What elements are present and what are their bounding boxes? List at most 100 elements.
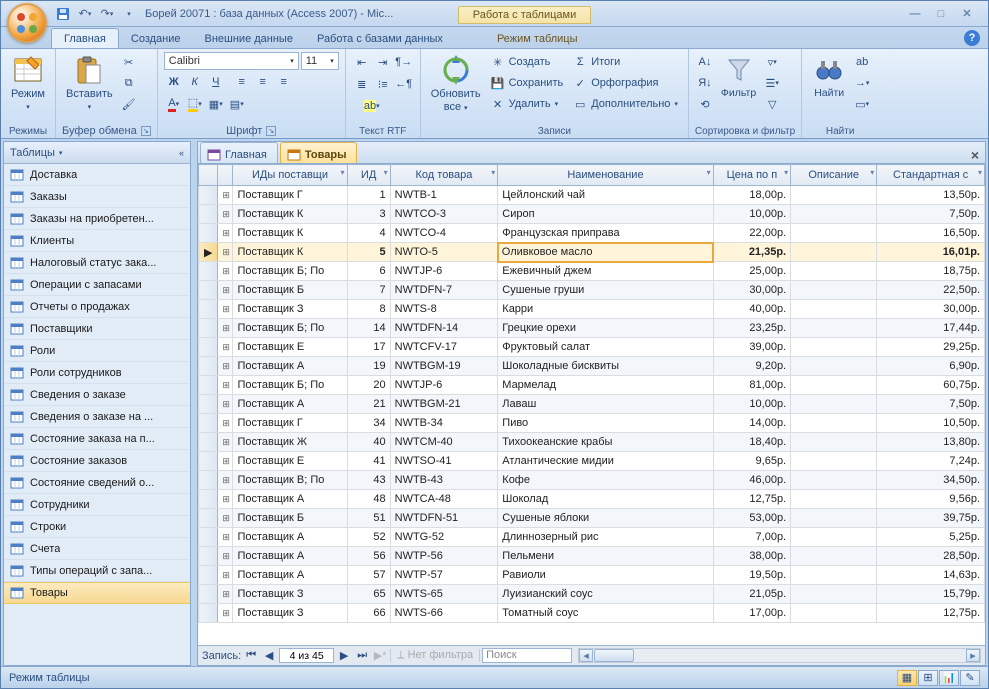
design-view-btn[interactable]: ✎ — [960, 670, 980, 686]
cell[interactable]: NWTCM-40 — [390, 433, 498, 452]
cell[interactable]: NWTS-65 — [390, 585, 498, 604]
row-selector[interactable] — [199, 281, 218, 300]
copy-button[interactable]: ⧉ — [119, 73, 139, 93]
column-header[interactable]: Наименование▾ — [498, 165, 713, 186]
cell[interactable]: 18,75р. — [877, 262, 985, 281]
row-selector[interactable] — [199, 414, 218, 433]
column-header[interactable]: Код товара▾ — [390, 165, 498, 186]
prev-record-button[interactable]: ◀ — [261, 648, 277, 664]
row-selector[interactable] — [199, 585, 218, 604]
cell[interactable] — [791, 319, 877, 338]
cell[interactable]: 20 — [347, 376, 390, 395]
cell[interactable]: Цейлонский чай — [498, 186, 713, 205]
cell[interactable]: 21,35р. — [713, 243, 791, 262]
cell[interactable]: 15,79р. — [877, 585, 985, 604]
column-dropdown-icon[interactable]: ▾ — [784, 168, 788, 177]
nav-item[interactable]: Состояние заказов — [4, 450, 190, 472]
nav-item[interactable]: Сведения о заказе на ... — [4, 406, 190, 428]
cell[interactable] — [791, 414, 877, 433]
cell[interactable]: 43 — [347, 471, 390, 490]
cell[interactable]: 19,50р. — [713, 566, 791, 585]
cell[interactable] — [791, 452, 877, 471]
pivot-table-view-btn[interactable]: ⊞ — [918, 670, 938, 686]
selection-filter-button[interactable]: ▿▾ — [762, 52, 782, 72]
align-left-button[interactable]: ≡ — [232, 72, 252, 92]
expand-icon[interactable]: ⊞ — [218, 452, 233, 471]
goto-button[interactable]: →▾ — [852, 73, 872, 93]
cell[interactable]: 13,80р. — [877, 433, 985, 452]
nav-item[interactable]: Роли сотрудников — [4, 362, 190, 384]
cell[interactable]: Поставщик З — [233, 604, 347, 623]
row-selector[interactable] — [199, 604, 218, 623]
datasheet-view-btn[interactable]: ▦ — [897, 670, 917, 686]
cell[interactable]: 28,50р. — [877, 547, 985, 566]
select-button[interactable]: ▭▾ — [852, 94, 872, 114]
row-selector[interactable] — [199, 338, 218, 357]
first-record-button[interactable]: ⏮ — [243, 648, 259, 664]
cell[interactable]: Поставщик К — [233, 243, 347, 262]
cell[interactable]: 22,50р. — [877, 281, 985, 300]
nav-item[interactable]: Отчеты о продажах — [4, 296, 190, 318]
new-record-nav-button[interactable]: ▶* — [372, 648, 388, 664]
cell[interactable]: NWTDFN-14 — [390, 319, 498, 338]
expand-icon[interactable]: ⊞ — [218, 604, 233, 623]
new-record-button[interactable]: ✳Создать — [487, 52, 568, 72]
nav-item[interactable]: Заказы — [4, 186, 190, 208]
minimize-button[interactable]: — — [904, 6, 926, 22]
cell[interactable]: Сушеные яблоки — [498, 509, 713, 528]
cell[interactable]: NWTG-52 — [390, 528, 498, 547]
expand-icon[interactable]: ⊞ — [218, 319, 233, 338]
cell[interactable]: Поставщик А — [233, 547, 347, 566]
cell[interactable]: 21 — [347, 395, 390, 414]
cell[interactable]: Поставщик Б; По — [233, 319, 347, 338]
font-color-button[interactable]: A▾ — [164, 94, 184, 114]
cell[interactable]: 13,50р. — [877, 186, 985, 205]
cell[interactable]: Шоколадные бисквиты — [498, 357, 713, 376]
tab-database-tools[interactable]: Работа с базами данных — [305, 29, 455, 48]
expand-icon[interactable]: ⊞ — [218, 357, 233, 376]
cell[interactable]: 38,00р. — [713, 547, 791, 566]
cell[interactable]: 30,00р. — [877, 300, 985, 319]
expand-icon[interactable]: ⊞ — [218, 224, 233, 243]
help-icon[interactable]: ? — [964, 30, 980, 46]
table-row[interactable]: ⊞Поставщик Е17NWTCFV-17Фруктовый салат39… — [199, 338, 985, 357]
cell[interactable]: Поставщик А — [233, 566, 347, 585]
cell[interactable]: NWTS-66 — [390, 604, 498, 623]
cell[interactable]: 7,00р. — [713, 528, 791, 547]
delete-record-button[interactable]: ✕Удалить ▾ — [487, 94, 568, 114]
cell[interactable]: 5 — [347, 243, 390, 262]
sort-desc-button[interactable]: Я↓ — [695, 73, 715, 93]
decrease-indent-button[interactable]: ⇤ — [352, 52, 372, 72]
cell[interactable]: 52 — [347, 528, 390, 547]
table-row[interactable]: ⊞Поставщик А21NWTBGM-21Лаваш10,00р.7,50р… — [199, 395, 985, 414]
cell[interactable]: Поставщик Г — [233, 414, 347, 433]
expand-icon[interactable]: ⊞ — [218, 471, 233, 490]
cell[interactable]: 48 — [347, 490, 390, 509]
row-selector[interactable] — [199, 319, 218, 338]
cell[interactable]: 40,00р. — [713, 300, 791, 319]
cell[interactable]: 17,44р. — [877, 319, 985, 338]
cell[interactable]: 29,25р. — [877, 338, 985, 357]
font-size-combo[interactable]: 11▾ — [301, 52, 339, 70]
cell[interactable]: Поставщик А — [233, 357, 347, 376]
next-record-button[interactable]: ▶ — [336, 648, 352, 664]
cell[interactable]: 9,65р. — [713, 452, 791, 471]
doc-tab[interactable]: Товары — [280, 142, 358, 163]
cell[interactable]: 39,00р. — [713, 338, 791, 357]
cell[interactable]: Сироп — [498, 205, 713, 224]
spelling-button[interactable]: ✓Орфография — [569, 73, 682, 93]
table-row[interactable]: ⊞Поставщик Б; По6NWTJP-6Ежевичный джем25… — [199, 262, 985, 281]
nav-item[interactable]: Состояние заказа на п... — [4, 428, 190, 450]
cell[interactable]: Пельмени — [498, 547, 713, 566]
cell[interactable]: NWTCFV-17 — [390, 338, 498, 357]
nav-item[interactable]: Клиенты — [4, 230, 190, 252]
cell[interactable]: NWTSO-41 — [390, 452, 498, 471]
cell[interactable]: 25,00р. — [713, 262, 791, 281]
paste-button[interactable]: Вставить▾ — [62, 52, 117, 114]
column-dropdown-icon[interactable]: ▾ — [707, 168, 711, 177]
view-button[interactable]: Режим▾ — [7, 52, 49, 114]
expand-icon[interactable]: ⊞ — [218, 262, 233, 281]
cell[interactable]: 46,00р. — [713, 471, 791, 490]
expand-icon[interactable]: ⊞ — [218, 243, 233, 262]
expand-icon[interactable]: ⊞ — [218, 547, 233, 566]
